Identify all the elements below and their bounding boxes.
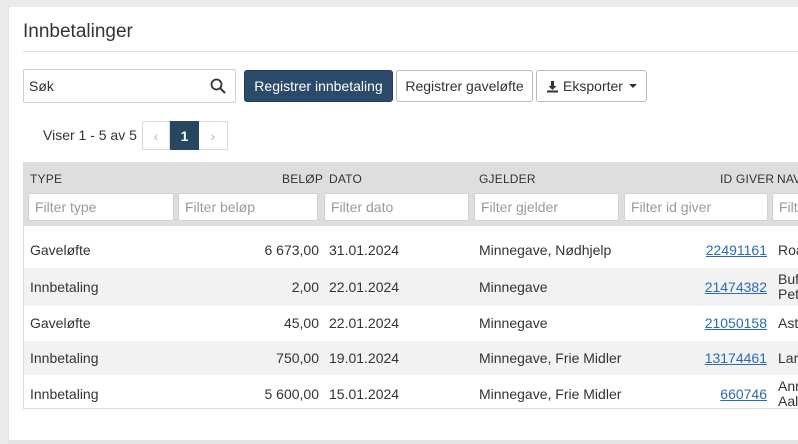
page-title: Innbetalinger: [23, 21, 133, 42]
search-box[interactable]: [23, 69, 236, 103]
giver-id-link[interactable]: 13174461: [705, 350, 767, 366]
pager-info: Viser 1 - 5 av 5: [43, 127, 137, 143]
cell-giver-id: 21050158: [664, 315, 767, 332]
giver-id-link[interactable]: 660746: [720, 386, 767, 402]
cell-giver-id: 660746: [664, 386, 767, 403]
cell-date: 22.01.2024: [329, 315, 400, 331]
cell-name: Roa: [778, 242, 798, 258]
cell-applies: Minnegave: [479, 315, 548, 331]
search-input[interactable]: [24, 70, 204, 102]
cell-type: Gaveløfte: [30, 315, 91, 331]
cell-applies: Minnegave, Frie Midler: [479, 350, 622, 366]
cell-applies: Minnegave, Nødhjelp: [479, 242, 612, 258]
filter-giver-id-input[interactable]: [624, 193, 768, 221]
register-pledge-button[interactable]: Registrer gaveløfte: [396, 70, 533, 102]
pagination: ‹ 1 ›: [142, 121, 228, 150]
cell-applies: Minnegave: [479, 279, 548, 295]
cell-name-line2: Pett: [778, 286, 798, 302]
cell-amount: 2,00: [291, 279, 319, 295]
table-row[interactable]: Gaveløfte 45,00 22.01.2024 Minnegave 210…: [24, 306, 798, 341]
cell-giver-id: 22491161: [664, 242, 767, 259]
cell-amount: 45,00: [283, 315, 319, 331]
filter-type-input[interactable]: [28, 193, 174, 221]
cell-name: Lars: [778, 350, 798, 366]
export-button[interactable]: Eksporter: [536, 70, 647, 102]
title-divider: [23, 51, 798, 52]
giver-id-link[interactable]: 21474382: [705, 279, 767, 295]
main-panel: Innbetalinger Registrer innbetaling Regi…: [8, 7, 798, 441]
payments-table: TYPE BELØP DATO GJELDER ID GIVER NAV Gav…: [23, 162, 798, 409]
cell-name: Astr: [778, 315, 798, 331]
cell-giver-id: 13174461: [664, 350, 767, 367]
cell-applies: Minnegave, Frie Midler: [479, 386, 622, 402]
search-icon[interactable]: [210, 78, 226, 94]
cell-date: 15.01.2024: [329, 386, 400, 402]
pager-next-button[interactable]: ›: [199, 121, 228, 150]
table-row[interactable]: Innbetaling 5 600,00 15.01.2024 Minnegav…: [24, 375, 798, 409]
pager-page-button[interactable]: 1: [170, 121, 199, 150]
cell-amount: 5 600,00: [264, 386, 320, 402]
column-header-giver-id[interactable]: ID GIVER: [720, 172, 774, 186]
cell-date: 19.01.2024: [329, 350, 400, 366]
column-header-name[interactable]: NAV: [777, 172, 798, 186]
cell-type: Gaveløfte: [30, 242, 91, 258]
column-header-amount[interactable]: BELØP: [282, 172, 323, 186]
cell-type: Innbetaling: [30, 350, 99, 366]
cell-name-line2: Aale: [778, 393, 798, 409]
bottom-scroll-band: [8, 440, 798, 444]
filter-applies-input[interactable]: [474, 193, 619, 221]
cell-giver-id: 21474382: [664, 279, 767, 296]
table-row[interactable]: Innbetaling 2,00 22.01.2024 Minnegave 21…: [24, 268, 798, 306]
column-header-applies[interactable]: GJELDER: [479, 172, 536, 186]
cell-date: 31.01.2024: [329, 242, 400, 258]
table-header: TYPE BELØP DATO GJELDER ID GIVER NAV: [24, 162, 798, 226]
export-label: Eksporter: [563, 78, 623, 94]
cell-type: Innbetaling: [30, 386, 99, 402]
filter-date-input[interactable]: [324, 193, 469, 221]
cell-type: Innbetaling: [30, 279, 99, 295]
table-row[interactable]: Innbetaling 750,00 19.01.2024 Minnegave,…: [24, 341, 798, 375]
register-payment-button[interactable]: Registrer innbetaling: [244, 70, 393, 102]
giver-id-link[interactable]: 21050158: [705, 315, 767, 331]
giver-id-link[interactable]: 22491161: [706, 242, 767, 258]
cell-amount: 750,00: [276, 350, 319, 366]
cell-amount: 6 673,00: [264, 242, 320, 258]
column-header-date[interactable]: DATO: [329, 172, 362, 186]
download-icon: [547, 80, 559, 92]
filter-amount-input[interactable]: [178, 193, 318, 221]
cell-date: 22.01.2024: [329, 279, 400, 295]
table-row[interactable]: Gaveløfte 6 673,00 31.01.2024 Minnegave,…: [24, 233, 798, 268]
pager-prev-button[interactable]: ‹: [142, 121, 170, 150]
caret-down-icon: [628, 84, 637, 88]
column-header-type[interactable]: TYPE: [30, 172, 62, 186]
filter-name-input[interactable]: [772, 193, 798, 221]
